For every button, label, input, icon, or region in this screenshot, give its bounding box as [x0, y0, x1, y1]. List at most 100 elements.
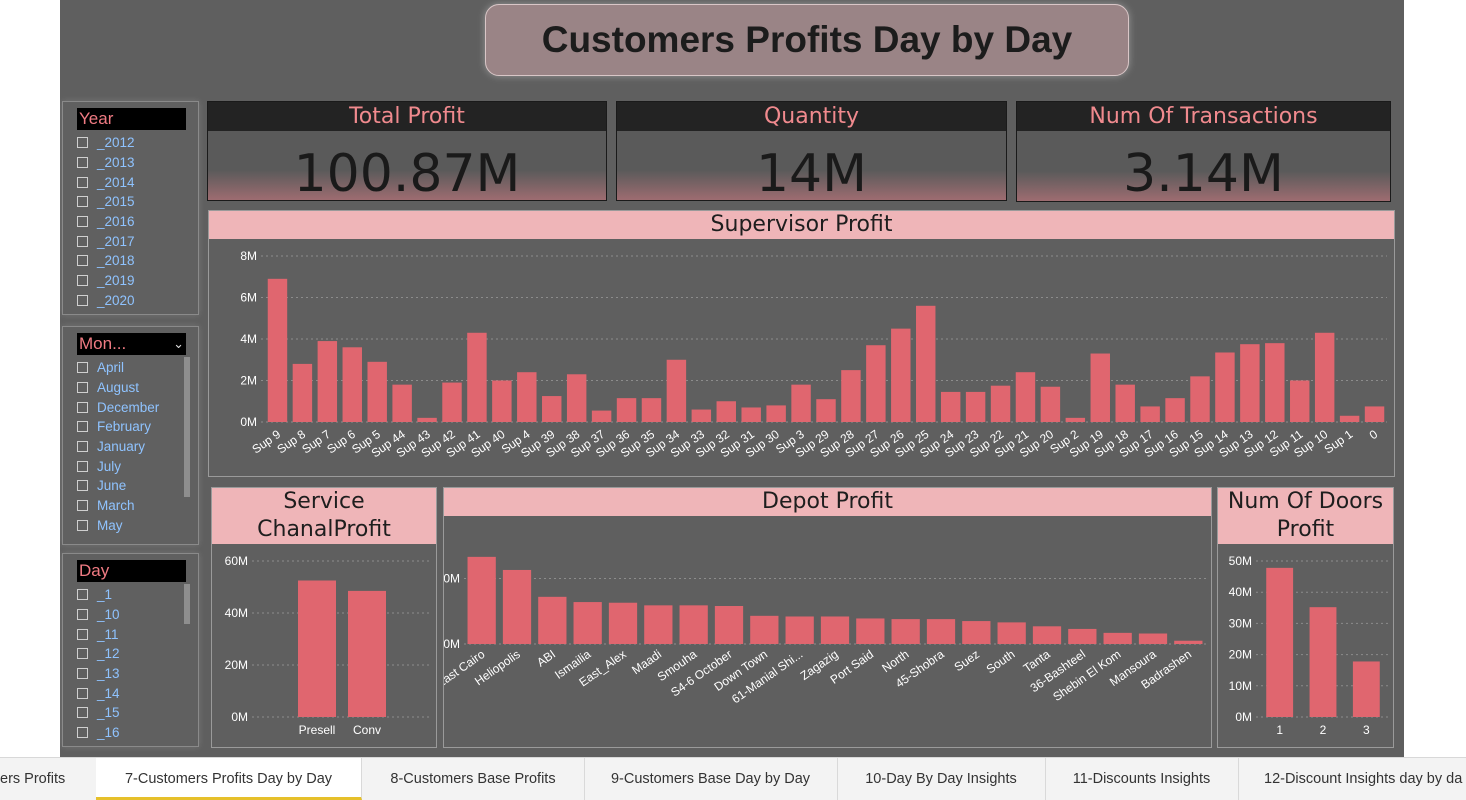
- bar: [891, 328, 911, 422]
- slicer-item[interactable]: _2018: [77, 251, 135, 271]
- bar: [1314, 332, 1335, 422]
- bar: [785, 616, 814, 644]
- year-slicer[interactable]: Year _2012 _2013 _2014 _2015 _2016 _2017…: [62, 101, 199, 315]
- checkbox-icon[interactable]: [77, 628, 88, 640]
- slicer-item[interactable]: _13: [77, 664, 120, 684]
- bar: [1165, 398, 1185, 422]
- checkbox-icon[interactable]: [77, 460, 88, 472]
- card-label: Num Of Transactions: [1017, 102, 1390, 131]
- bar: [267, 278, 288, 422]
- month-slicer[interactable]: Mon... ⌄ April August December February …: [62, 326, 199, 545]
- checkbox-icon[interactable]: [77, 137, 88, 149]
- tab-customers-base-profits[interactable]: 8-Customers Base Profits: [362, 758, 585, 800]
- bar: [916, 305, 936, 422]
- depot-profit-chart: 0M10MEast CairoHeliopolisABIIsmailiaEast…: [444, 556, 1206, 706]
- chevron-down-icon[interactable]: ⌄: [173, 333, 184, 355]
- tab-discount-insights-day-by-day[interactable]: 12-Discount Insights day by da: [1238, 758, 1466, 800]
- slicer-item[interactable]: _14: [77, 683, 120, 703]
- slicer-item[interactable]: _10: [77, 605, 120, 625]
- depot-profit-visual[interactable]: Depot Profit 0M10MEast CairoHeliopolisAB…: [443, 487, 1212, 748]
- x-tick-label: ABI: [534, 647, 558, 670]
- slicer-item[interactable]: July: [77, 456, 159, 476]
- slicer-item[interactable]: _16: [77, 723, 120, 743]
- y-tick-label: 60M: [225, 554, 248, 568]
- bar: [1138, 633, 1168, 644]
- bar: [591, 410, 612, 422]
- bar: [766, 405, 786, 422]
- slicer-item[interactable]: April: [77, 358, 159, 378]
- checkbox-icon[interactable]: [77, 382, 88, 394]
- slicer-item[interactable]: _11: [77, 624, 120, 644]
- checkbox-icon[interactable]: [77, 176, 88, 188]
- checkbox-icon[interactable]: [77, 196, 88, 208]
- checkbox-icon[interactable]: [77, 401, 88, 413]
- checkbox-icon[interactable]: [77, 609, 88, 621]
- x-tick-label: Sup 1: [1322, 427, 1356, 457]
- checkbox-icon[interactable]: [77, 480, 88, 492]
- tab-discounts-insights[interactable]: 11-Discounts Insights: [1045, 758, 1239, 800]
- tab-customers-profits-day-by-day[interactable]: 7-Customers Profits Day by Day: [96, 758, 362, 800]
- bar: [866, 345, 886, 422]
- y-tick-label: 0M: [444, 637, 460, 651]
- bar: [714, 606, 744, 644]
- checkbox-icon[interactable]: [77, 441, 88, 453]
- checkbox-icon[interactable]: [77, 589, 88, 601]
- checkbox-icon[interactable]: [77, 648, 88, 660]
- bar: [442, 382, 462, 422]
- slicer-item[interactable]: _2013: [77, 153, 135, 173]
- slicer-item[interactable]: _2019: [77, 271, 135, 291]
- day-slicer[interactable]: Day _1 _10 _11 _12 _13 _14 _15 _16: [62, 553, 199, 747]
- tab-customers-profits[interactable]: ers Profits: [0, 758, 97, 800]
- tab-customers-base-day-by-day[interactable]: 9-Customers Base Day by Day: [584, 758, 838, 800]
- bar: [1364, 406, 1385, 422]
- checkbox-icon[interactable]: [77, 668, 88, 680]
- bar: [820, 616, 850, 644]
- bar: [791, 384, 811, 422]
- slicer-item[interactable]: _2016: [77, 212, 135, 232]
- checkbox-icon[interactable]: [77, 275, 88, 287]
- slicer-item[interactable]: January: [77, 437, 159, 457]
- slicer-item[interactable]: August: [77, 378, 159, 398]
- slicer-item[interactable]: _2014: [77, 172, 135, 192]
- slicer-item[interactable]: _2015: [77, 192, 135, 212]
- slicer-item[interactable]: June: [77, 476, 159, 496]
- checkbox-icon[interactable]: [77, 421, 88, 433]
- y-tick-label: 40M: [225, 606, 248, 620]
- checkbox-icon[interactable]: [77, 216, 88, 228]
- bar: [1240, 344, 1260, 422]
- slicer-item[interactable]: _2020: [77, 291, 135, 311]
- checkbox-icon[interactable]: [77, 362, 88, 374]
- checkbox-icon[interactable]: [77, 707, 88, 719]
- slicer-item[interactable]: _12: [77, 644, 120, 664]
- checkbox-icon[interactable]: [77, 294, 88, 306]
- month-slicer-items: April August December February January J…: [77, 358, 159, 535]
- supervisor-profit-visual[interactable]: Supervisor Profit 0M 2M 4M 6M 8M Sup 9 Sup 8 Su…: [208, 210, 1395, 477]
- num-of-doors-profit-visual[interactable]: Num Of Doors Profit 0M 10M 20M 30M 40M 50M 1 2 3: [1217, 487, 1394, 748]
- slicer-item[interactable]: March: [77, 496, 159, 516]
- slicer-item[interactable]: _2012: [77, 133, 135, 153]
- checkbox-icon[interactable]: [77, 727, 88, 739]
- bar: [1352, 661, 1380, 717]
- slicer-item[interactable]: May: [77, 516, 159, 536]
- bar: [298, 580, 336, 717]
- bar: [1215, 352, 1235, 422]
- supervisor-profit-title: Supervisor Profit: [209, 211, 1394, 239]
- bar: [367, 361, 387, 422]
- checkbox-icon[interactable]: [77, 157, 88, 169]
- checkbox-icon[interactable]: [77, 255, 88, 267]
- checkbox-icon[interactable]: [77, 500, 88, 512]
- slicer-item[interactable]: December: [77, 397, 159, 417]
- bar: [1174, 640, 1203, 644]
- slicer-item[interactable]: _1: [77, 585, 120, 605]
- checkbox-icon[interactable]: [77, 687, 88, 699]
- slicer-item[interactable]: February: [77, 417, 159, 437]
- checkbox-icon[interactable]: [77, 235, 88, 247]
- bar: [679, 605, 708, 644]
- slicer-item[interactable]: _15: [77, 703, 120, 723]
- slicer-item[interactable]: _2017: [77, 231, 135, 251]
- checkbox-icon[interactable]: [77, 519, 88, 531]
- tab-day-by-day-insights[interactable]: 10-Day By Day Insights: [837, 758, 1046, 800]
- service-chanal-profit-visual[interactable]: Service ChanalProfit 0M 20M 40M 60M Presell C…: [211, 487, 437, 748]
- month-slicer-scrollbar[interactable]: [184, 357, 190, 497]
- day-slicer-scrollbar[interactable]: [184, 584, 190, 624]
